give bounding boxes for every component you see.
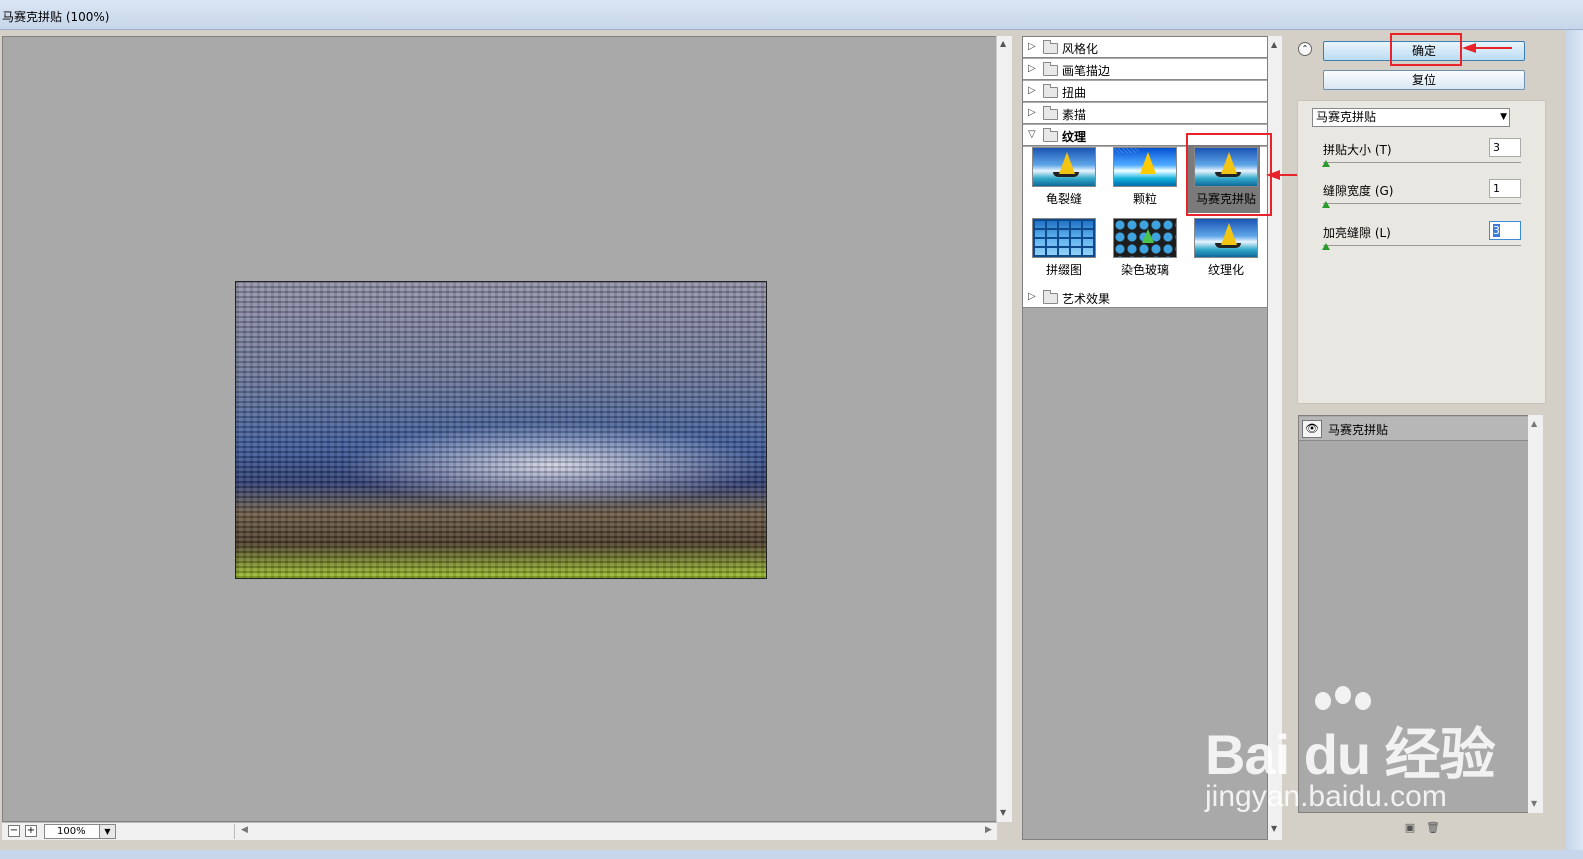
window-frame-bottom [0, 850, 1583, 859]
layers-scrollbar[interactable]: ▲ ▼ [1528, 415, 1543, 813]
folder-icon [1043, 290, 1058, 304]
param-tile-size: 拼贴大小 (T) 3 [1322, 138, 1523, 172]
window-frame-right [1566, 30, 1583, 859]
expand-triangle-icon[interactable]: ▷ [1028, 85, 1036, 96]
scroll-right-icon[interactable]: ▶ [985, 825, 992, 835]
zoom-in-button[interactable]: + [25, 825, 37, 837]
new-effect-layer-icon[interactable]: ▣ [1404, 822, 1416, 834]
paw-logo-icon [1355, 692, 1371, 710]
slider-track[interactable] [1323, 162, 1521, 163]
filter-preview-image [1032, 218, 1096, 258]
filter-label: 拼缀图 [1045, 263, 1082, 277]
paw-logo-icon [1315, 692, 1331, 710]
category-brush-strokes[interactable]: ▷ 画笔描边 [1023, 59, 1267, 80]
category-label: 扭曲 [1062, 86, 1087, 100]
expand-triangle-icon[interactable]: ▷ [1028, 107, 1036, 118]
param-grout-width: 缝隙宽度 (G) 1 [1322, 179, 1523, 213]
folder-open-icon [1043, 128, 1058, 142]
effect-layer-row[interactable]: 👁 马赛克拼贴 [1299, 417, 1528, 441]
filter-preview-image [1032, 147, 1096, 187]
zoom-level-value: 100% [57, 826, 86, 837]
zoom-out-button[interactable]: − [8, 825, 20, 837]
param-label: 加亮缝隙 (L) [1323, 226, 1391, 240]
folder-icon [1043, 84, 1058, 98]
chevron-down-icon[interactable]: ▼ [1500, 109, 1507, 126]
tile-size-input[interactable]: 3 [1489, 138, 1521, 157]
preview-vertical-scrollbar[interactable]: ▲ ▼ [996, 36, 1012, 822]
scroll-up-icon[interactable]: ▲ [1000, 39, 1006, 48]
expand-triangle-icon[interactable]: ▷ [1028, 63, 1036, 74]
lighten-grout-input[interactable]: 3 [1489, 221, 1521, 240]
collapse-triangle-icon[interactable]: ▽ [1028, 129, 1036, 140]
window-titlebar: 马赛克拼贴 (100%) [0, 0, 1583, 30]
expand-triangle-icon[interactable]: ▷ [1028, 41, 1036, 52]
filter-label: 染色玻璃 [1120, 263, 1169, 277]
category-label: 素描 [1062, 108, 1087, 122]
filter-thumb-grain[interactable]: 颗粒 [1107, 147, 1179, 211]
slider-track[interactable] [1323, 245, 1521, 246]
scroll-left-icon[interactable]: ◀ [241, 825, 248, 835]
filter-preview-image [1113, 218, 1177, 258]
preview-horizontal-scrollbar[interactable]: ◀ ▶ [234, 824, 994, 839]
category-sketch[interactable]: ▷ 素描 [1023, 103, 1267, 124]
filter-thumb-craquelure[interactable]: 龟裂缝 [1026, 147, 1098, 211]
slider-knob-icon[interactable] [1322, 160, 1330, 167]
expand-triangle-icon[interactable]: ▷ [1028, 291, 1036, 302]
eye-icon[interactable]: 👁 [1302, 420, 1322, 438]
effect-layer-label: 马赛克拼贴 [1328, 423, 1389, 437]
slider-track[interactable] [1323, 203, 1521, 204]
baidu-watermark: Bai du 经验 jingyan.baidu.com [1205, 686, 1505, 820]
chevron-down-icon[interactable]: ▼ [99, 825, 115, 838]
filter-thumb-texturizer[interactable]: 纹理化 [1188, 218, 1260, 282]
watermark-brand: Bai du 经验 [1205, 723, 1496, 786]
preview-zoom-bar: − + 100% ▼ ◀ ▶ [2, 822, 997, 840]
collapse-gallery-icon[interactable]: ⌃ [1298, 42, 1312, 56]
param-label: 缝隙宽度 (G) [1323, 184, 1394, 198]
folder-icon [1043, 106, 1058, 120]
filter-label: 纹理化 [1207, 263, 1244, 277]
category-artistic[interactable]: ▷ 艺术效果 [1023, 287, 1267, 308]
param-lighten-grout: 加亮缝隙 (L) 3 [1322, 221, 1523, 255]
category-label: 风格化 [1062, 42, 1099, 56]
folder-icon [1043, 40, 1058, 54]
category-distort[interactable]: ▷ 扭曲 [1023, 81, 1267, 102]
lighten-grout-value: 3 [1493, 224, 1500, 237]
watermark-site: jingyan.baidu.com [1205, 780, 1447, 813]
category-label: 画笔描边 [1062, 64, 1111, 78]
filter-label: 龟裂缝 [1045, 192, 1082, 206]
arrow-shaft [1474, 47, 1512, 49]
param-label: 拼贴大小 (T) [1323, 143, 1392, 157]
category-label: 纹理 [1062, 130, 1087, 144]
zoom-level-select[interactable]: 100% ▼ [44, 824, 116, 839]
filter-thumb-stained-glass[interactable]: 染色玻璃 [1107, 218, 1179, 282]
grout-width-input[interactable]: 1 [1489, 179, 1521, 198]
category-label: 艺术效果 [1062, 292, 1111, 306]
ok-button-highlight [1390, 33, 1462, 66]
slider-knob-icon[interactable] [1322, 201, 1330, 208]
filter-settings-panel: 马赛克拼贴 ▼ 拼贴大小 (T) 3 缝隙宽度 (G) 1 加亮缝隙 (L) 3 [1297, 100, 1546, 404]
preview-image [235, 281, 767, 579]
scroll-up-icon[interactable]: ▲ [1271, 40, 1277, 49]
reset-button[interactable]: 复位 [1323, 70, 1525, 90]
filter-preview-image [1113, 147, 1177, 187]
filter-thumb-patchwork[interactable]: 拼缀图 [1026, 218, 1098, 282]
filter-preview-image [1194, 218, 1258, 258]
scroll-down-icon[interactable]: ▼ [1271, 824, 1277, 833]
slider-knob-icon[interactable] [1322, 243, 1330, 250]
scroll-down-icon[interactable]: ▼ [1000, 808, 1006, 817]
selected-filter-highlight [1186, 133, 1272, 216]
scroll-up-icon[interactable]: ▲ [1531, 419, 1537, 428]
scroll-down-icon[interactable]: ▼ [1531, 799, 1537, 808]
folder-icon [1043, 62, 1058, 76]
filter-select-value: 马赛克拼贴 [1316, 110, 1377, 124]
preview-canvas[interactable] [2, 36, 997, 822]
filter-select[interactable]: 马赛克拼贴 ▼ [1312, 108, 1510, 127]
filter-label: 颗粒 [1132, 192, 1157, 206]
delete-effect-layer-icon[interactable]: 🗑 [1426, 822, 1440, 834]
window-title: 马赛克拼贴 (100%) [2, 10, 110, 24]
paw-logo-icon [1335, 686, 1351, 704]
category-stylize[interactable]: ▷ 风格化 [1023, 37, 1267, 58]
